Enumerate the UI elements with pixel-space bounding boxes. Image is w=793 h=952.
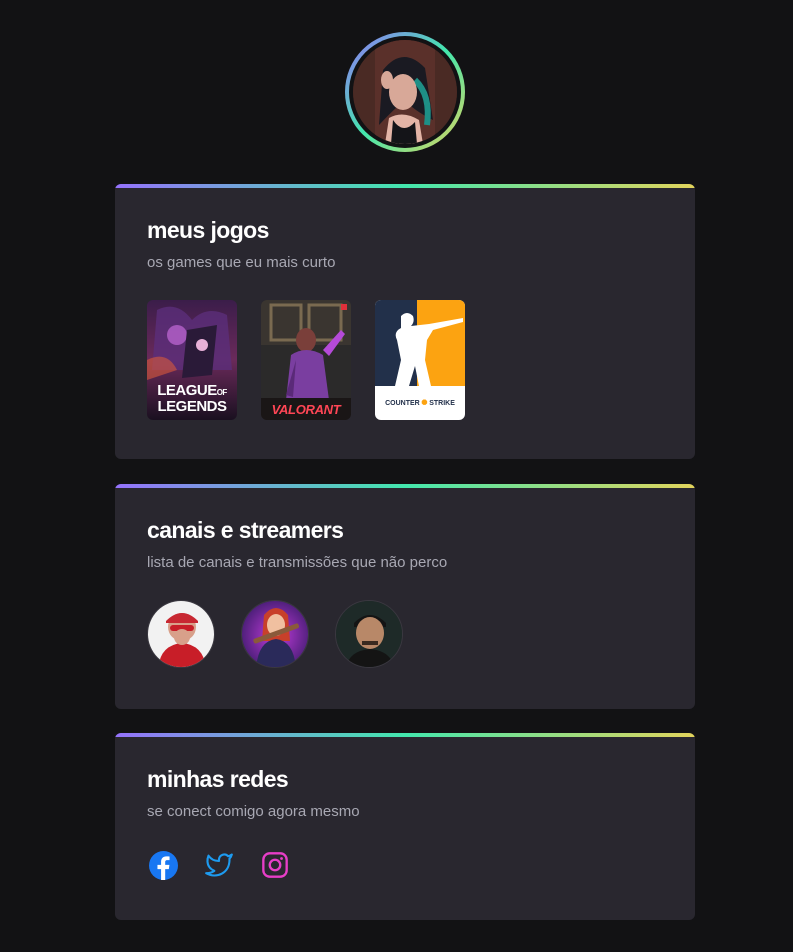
twitter-icon bbox=[205, 853, 233, 877]
streamer-2-photo bbox=[242, 601, 308, 667]
game-counter-strike[interactable]: COUNTER ⯃ STRIKE bbox=[375, 300, 465, 420]
games-card-title: meus jogos bbox=[147, 217, 269, 243]
streamer-3-photo bbox=[336, 601, 402, 667]
streamer-avatar-1[interactable] bbox=[147, 600, 215, 668]
streamers-card: canais e streamers lista de canais e tra… bbox=[115, 484, 695, 709]
social-card-subtitle: se conect comigo agora mesmo bbox=[147, 803, 360, 820]
games-card: meus jogos os games que eu mais curto LE… bbox=[115, 184, 695, 459]
facebook-link[interactable] bbox=[148, 850, 178, 880]
twitter-link[interactable] bbox=[204, 850, 234, 880]
profile-photo-image bbox=[353, 40, 457, 144]
streamers-card-subtitle: lista de canais e transmissões que não p… bbox=[147, 554, 448, 571]
streamer-avatar-2[interactable] bbox=[241, 600, 309, 668]
streamer-1-photo bbox=[148, 601, 214, 667]
streamer-avatar-3[interactable] bbox=[335, 600, 403, 668]
valorant-logo: VALORANT bbox=[271, 402, 341, 417]
profile-photo bbox=[353, 40, 457, 144]
social-card-title: minhas redes bbox=[147, 766, 289, 792]
social-card: minhas redes se conect comigo agora mesm… bbox=[115, 733, 695, 920]
game-valorant[interactable]: VALORANT bbox=[261, 300, 351, 420]
league-logo-line1: LEAGUEOF bbox=[157, 382, 227, 399]
instagram-link[interactable] bbox=[260, 850, 290, 880]
counter-strike-logo: COUNTER ⯃ STRIKE bbox=[385, 400, 455, 407]
instagram-icon bbox=[262, 852, 288, 878]
league-logo-line2: LEGENDS bbox=[157, 398, 227, 415]
streamers-card-title: canais e streamers bbox=[147, 517, 344, 543]
profile-avatar bbox=[345, 32, 465, 152]
facebook-icon bbox=[148, 850, 178, 880]
games-card-subtitle: os games que eu mais curto bbox=[147, 254, 336, 271]
game-league-of-legends[interactable]: LEAGUEOF LEGENDS bbox=[147, 300, 237, 420]
